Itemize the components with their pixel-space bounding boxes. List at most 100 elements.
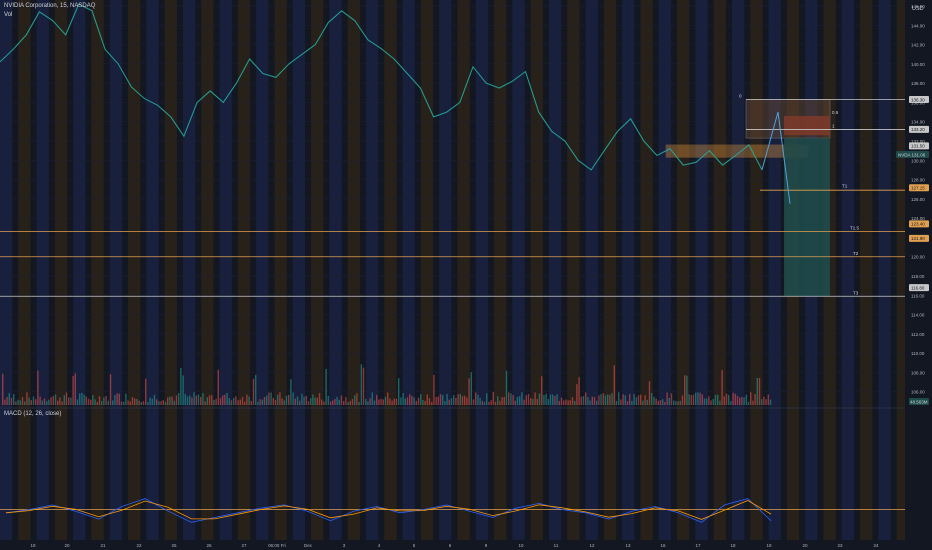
- volume-bar: [248, 396, 250, 405]
- volume-bar: [725, 393, 728, 405]
- volume-bar: [761, 399, 763, 405]
- volume-bar: [389, 398, 391, 405]
- volume-bar: [156, 399, 158, 405]
- volume-bar: [246, 394, 248, 405]
- volume-bar: [332, 400, 334, 405]
- volume-bar: [450, 398, 453, 405]
- volume-bar: [158, 401, 160, 405]
- volume-bar: [508, 392, 510, 405]
- session-band: [664, 0, 671, 540]
- session-band: [36, 0, 43, 540]
- volume-bar: [19, 400, 21, 405]
- time-tick: 19: [766, 543, 772, 548]
- volume-bar: [763, 396, 765, 405]
- volume-bar: [76, 399, 79, 405]
- volume-bar: [354, 395, 356, 405]
- volume-bar: [98, 396, 101, 405]
- volume-bar: [213, 399, 215, 405]
- volume-bar: [356, 393, 358, 405]
- volume-bar: [167, 397, 169, 405]
- session-band: [536, 0, 543, 540]
- volume-bar: [153, 394, 156, 405]
- volume-bar: [505, 370, 508, 405]
- session-band: [317, 0, 324, 540]
- session-band: [420, 0, 427, 540]
- volume-bar: [492, 392, 494, 405]
- volume-bar: [607, 394, 609, 405]
- volume-bar: [21, 397, 24, 405]
- symbol-title: NVIDIA Corporation, 15, NASDAQ: [4, 3, 96, 9]
- volume-bar: [560, 397, 563, 405]
- volume-bar: [230, 400, 233, 405]
- volume-bar: [292, 392, 294, 405]
- volume-bar: [417, 397, 420, 405]
- session-band: [866, 0, 873, 540]
- session-band: [738, 0, 745, 540]
- volume-bar: [259, 399, 261, 405]
- volume-bar: [402, 393, 404, 405]
- volume-bar: [393, 398, 395, 405]
- session-band: [6, 0, 13, 540]
- volume-bar: [688, 394, 690, 405]
- volume-bar: [554, 396, 556, 405]
- volume-bar: [288, 394, 290, 405]
- volume-bar: [406, 397, 409, 405]
- session-band: [183, 0, 190, 540]
- session-band: [353, 0, 360, 540]
- price-tick: 110.00: [911, 351, 925, 356]
- volume-bar: [455, 397, 457, 405]
- volume-bar: [131, 397, 134, 405]
- session-band: [518, 0, 525, 540]
- time-axis: 19 20 21 22 25 26 27 06:00 Fri Dec 3 4 5 6 9 10 11 12 13 1…: [0, 540, 932, 550]
- session-band: [640, 0, 647, 540]
- volume-bar: [532, 398, 534, 405]
- volume-bar: [35, 399, 37, 405]
- time-tick: 23: [837, 543, 843, 548]
- volume-bar: [228, 398, 230, 405]
- volume-bar: [655, 398, 657, 405]
- session-band: [555, 0, 562, 540]
- session-band: [219, 0, 226, 540]
- session-band: [695, 0, 702, 540]
- session-band: [79, 0, 86, 540]
- volume-bar: [497, 396, 499, 405]
- volume-bar: [752, 400, 754, 405]
- volume-bar: [380, 398, 382, 405]
- volume-bar: [281, 398, 283, 405]
- volume-bar: [565, 399, 567, 405]
- volume-bar: [178, 392, 180, 405]
- volume-bar: [624, 395, 626, 405]
- volume-bar: [424, 400, 426, 405]
- volume-bar: [477, 394, 479, 405]
- price-tick: 106.00: [911, 390, 925, 395]
- volume-bar: [426, 394, 428, 405]
- volume-bar: [404, 398, 406, 405]
- volume-bar: [120, 401, 123, 405]
- volume-bar: [765, 399, 767, 405]
- price-tick: 108.00: [911, 370, 925, 375]
- volume-bar: [620, 399, 622, 405]
- session-band: [878, 0, 885, 540]
- volume-bar: [580, 396, 582, 405]
- volume-bar: [747, 401, 750, 405]
- volume-bar: [602, 393, 604, 405]
- volume-bar: [314, 397, 316, 405]
- volume-bar: [32, 396, 35, 405]
- volume-bar: [530, 398, 532, 405]
- volume-bar: [202, 393, 204, 405]
- volume-bar: [503, 397, 505, 405]
- volume-bar: [74, 373, 76, 405]
- volume-bar: [204, 401, 206, 405]
- volume-bar: [195, 395, 197, 405]
- volume-bar: [173, 400, 175, 405]
- volume-bar: [653, 396, 655, 405]
- session-band: [244, 0, 251, 540]
- volume-bar: [13, 394, 15, 405]
- session-band: [280, 0, 287, 540]
- volume-bar: [633, 393, 635, 405]
- volume-bar: [50, 397, 52, 405]
- volume-bar: [422, 399, 424, 405]
- volume-bar: [367, 401, 369, 405]
- session-band: [445, 0, 452, 540]
- volume-bar: [514, 400, 516, 405]
